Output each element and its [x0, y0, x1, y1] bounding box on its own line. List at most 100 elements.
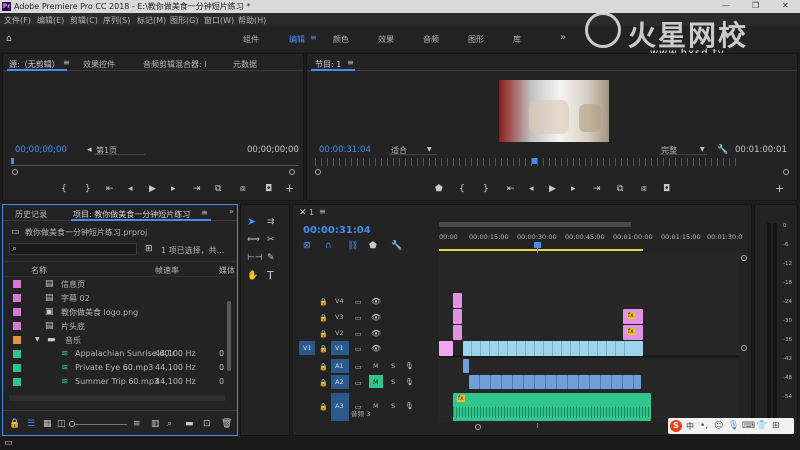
source-mark-in-icon[interactable]: {	[61, 184, 67, 194]
source-page-prev-icon[interactable]: ◂	[87, 145, 92, 155]
list-item[interactable]: ▼ ▬ 音乐	[9, 333, 229, 347]
icon-view-icon[interactable]: ▦	[43, 419, 52, 429]
microphone-icon[interactable]: 🎙	[728, 421, 739, 431]
mic-icon[interactable]: 🎙	[405, 377, 414, 387]
list-item[interactable]: ▤ 片头底	[9, 319, 229, 333]
program-add-button-icon[interactable]: +	[775, 183, 784, 194]
tab-source-menu-icon[interactable]: ≡	[63, 58, 70, 67]
list-item[interactable]: ▣ 教你做美食 logo.png	[9, 305, 229, 319]
track-label-v4[interactable]: V4	[335, 297, 344, 305]
program-play-icon[interactable]: ▶	[549, 184, 556, 194]
eye-icon[interactable]: 👁	[371, 344, 381, 354]
clip-v1-end[interactable]	[625, 341, 643, 356]
lock-track-icon[interactable]: 🔒	[319, 329, 328, 339]
program-go-in-icon[interactable]: ⇤	[507, 184, 515, 194]
source-go-in-icon[interactable]: ⇤	[106, 184, 114, 194]
home-icon[interactable]: ⌂	[6, 34, 12, 44]
clip-v1-video[interactable]	[463, 341, 629, 356]
list-item[interactable]: ▤ 信息页	[9, 277, 229, 291]
tab-sequence-menu-icon[interactable]: ≡	[319, 207, 326, 216]
clip-a3-music[interactable]	[453, 393, 651, 421]
timeline-timecode[interactable]: 00:00:31:04	[303, 225, 371, 236]
mute-button[interactable]: M	[373, 362, 379, 370]
col-rate-header[interactable]: 帧速率	[155, 265, 179, 276]
program-camera-icon[interactable]: ◘	[663, 184, 670, 194]
label-color-chip[interactable]	[13, 308, 21, 316]
track-label-a1[interactable]: A1	[335, 362, 344, 370]
menu-graphics[interactable]: 图形(G)	[170, 15, 198, 26]
type-tool-icon[interactable]: T	[267, 270, 274, 281]
source-timecode-in[interactable]: 00;00;00;00	[15, 145, 67, 155]
workspace-editing[interactable]: 编辑	[289, 34, 305, 45]
col-name-header[interactable]: 名称	[31, 265, 47, 276]
clip-a2-audio[interactable]	[469, 375, 641, 389]
track-label-v2[interactable]: V2	[335, 329, 344, 337]
close-tab-icon[interactable]: ✕	[299, 208, 307, 218]
tab-audio-clip-mixer[interactable]: 音频剪辑混合器: I	[143, 59, 207, 70]
workspace-assembly[interactable]: 组件	[243, 34, 259, 45]
automate-sequence-icon[interactable]: ▥	[151, 419, 160, 429]
sync-lock-icon[interactable]: ▭	[355, 297, 362, 307]
source-export-frame-icon[interactable]: ◘	[265, 184, 272, 194]
workspace-color[interactable]: 颜色	[333, 34, 349, 45]
source-mark-out-icon[interactable]: }	[85, 184, 91, 194]
program-go-out-icon[interactable]: ⇥	[593, 184, 601, 194]
mic-icon[interactable]: 🎙	[405, 401, 414, 411]
lock-track-icon[interactable]: 🔒	[319, 344, 328, 354]
label-color-chip[interactable]	[13, 322, 21, 330]
program-marker-icon[interactable]: ⬟	[435, 184, 443, 194]
list-view-icon[interactable]: ☰	[27, 419, 35, 429]
sync-lock-icon[interactable]: ▭	[355, 378, 362, 388]
selection-tool-icon[interactable]: ➤	[247, 216, 256, 227]
program-playhead-icon[interactable]	[532, 158, 537, 164]
source-scrubber[interactable]	[11, 158, 299, 166]
tab-project-menu-icon[interactable]: ≡	[201, 208, 208, 217]
program-step-fwd-icon[interactable]: ▸	[571, 184, 576, 194]
lock-track-icon[interactable]: 🔒	[319, 378, 328, 388]
menu-clip[interactable]: 剪辑(C)	[70, 15, 98, 26]
program-scrubber[interactable]	[315, 158, 741, 166]
menu-marker[interactable]: 标记(M)	[137, 15, 166, 26]
col-media-header[interactable]: 媒体	[219, 265, 235, 276]
find-icon[interactable]: ⌕	[167, 419, 172, 429]
pen-tool-icon[interactable]: ✎	[267, 253, 275, 263]
program-settings-wrench-icon[interactable]: 🔧	[717, 145, 728, 155]
workspace-editing-menu-icon[interactable]: ≡	[310, 33, 317, 42]
sync-lock-icon[interactable]: ▭	[355, 313, 362, 323]
new-bin-icon[interactable]: ▬	[185, 419, 194, 429]
program-quality-chevron-icon[interactable]: ▼	[700, 145, 705, 155]
punctuation-icon[interactable]: •,	[700, 421, 708, 431]
tab-sequence[interactable]: 1	[309, 208, 314, 217]
tab-program-menu-icon[interactable]: ≡	[347, 58, 354, 67]
label-color-chip[interactable]	[13, 364, 21, 372]
track-label-v1[interactable]: V1	[335, 344, 344, 352]
ripple-edit-tool-icon[interactable]: ⟺	[247, 235, 260, 245]
source-go-out-icon[interactable]: ⇥	[193, 184, 201, 194]
source-play-icon[interactable]: ▶	[149, 184, 156, 194]
solo-button[interactable]: S	[391, 362, 395, 370]
workspace-effects[interactable]: 效果	[378, 34, 394, 45]
source-overwrite-icon[interactable]: ⧈	[240, 184, 246, 194]
label-color-chip[interactable]	[13, 280, 21, 288]
source-insert-icon[interactable]: ⧉	[215, 184, 221, 194]
track-select-tool-icon[interactable]: ⇉	[267, 217, 275, 227]
freeform-view-icon[interactable]: ◫	[57, 419, 66, 429]
folder-expand-icon[interactable]: ▼	[35, 335, 40, 345]
program-step-back-icon[interactable]: ◂	[529, 184, 534, 194]
project-scrollbar[interactable]	[227, 301, 231, 371]
razor-tool-icon[interactable]: ✂	[267, 235, 275, 245]
workspace-libraries[interactable]: 库	[513, 34, 521, 45]
label-color-chip[interactable]	[13, 378, 21, 386]
hand-tool-icon[interactable]: ✋	[247, 271, 258, 281]
list-item[interactable]: ≋ Appalachian Sunrise 60.r 44,100 Hz 0	[9, 347, 229, 361]
work-area-bar[interactable]	[439, 249, 643, 251]
program-lift-icon[interactable]: ⧉	[617, 184, 623, 194]
menu-edit[interactable]: 编辑(E)	[37, 15, 64, 26]
clip-v3-pink[interactable]	[453, 309, 462, 324]
clear-icon[interactable]: 🗑	[221, 419, 232, 429]
slip-tool-icon[interactable]: ⊢⊣	[247, 253, 263, 263]
solo-button[interactable]: S	[391, 378, 395, 386]
keyboard-icon[interactable]: ⌨	[742, 421, 755, 431]
source-zoom-bar[interactable]	[13, 169, 295, 175]
list-item[interactable]: ≋ Private Eye 60.mp3 44,100 Hz 0	[9, 361, 229, 375]
